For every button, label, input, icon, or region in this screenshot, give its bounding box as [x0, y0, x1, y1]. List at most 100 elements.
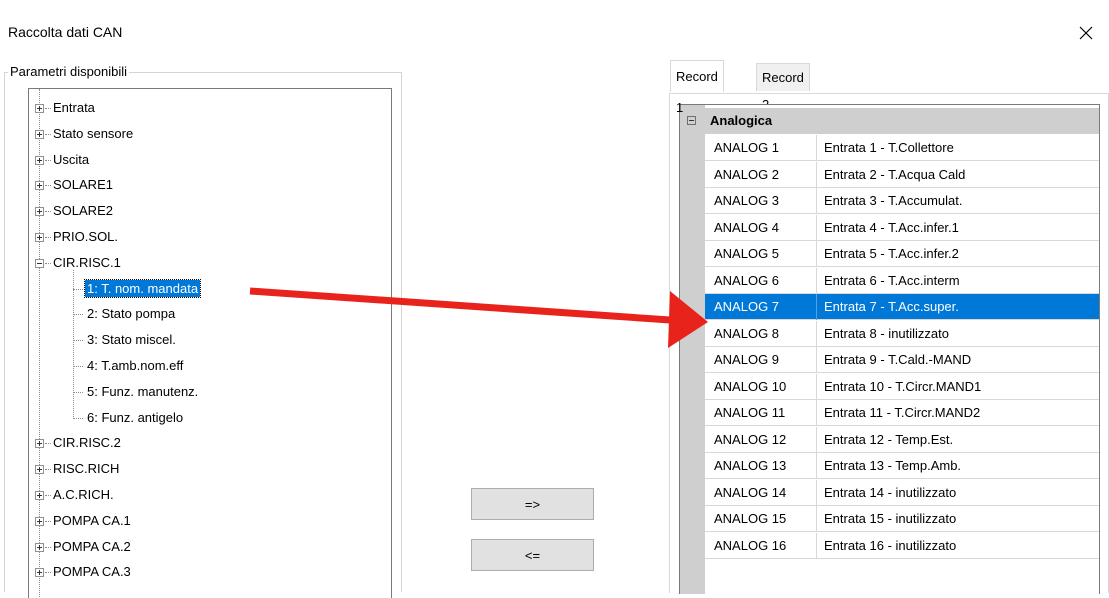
tree-node[interactable]: SOLARE2 [29, 198, 389, 224]
grid-row[interactable]: ANALOG 16 Entrata 16 - inutilizzato [705, 532, 1099, 559]
collapse-icon[interactable] [687, 116, 696, 125]
tab-record-1[interactable]: Record 1 [670, 60, 724, 115]
expand-icon[interactable] [35, 516, 44, 526]
grid-row[interactable]: ANALOG 3 Entrata 3 - T.Accumulat. [705, 188, 1099, 214]
tree-child-item[interactable]: 1: T. nom. mandata [29, 276, 389, 302]
grid-row-name: ANALOG 14 [705, 479, 817, 506]
grid-row-value[interactable]: Entrata 13 - Temp.Amb. [818, 453, 1099, 479]
expand-icon[interactable] [35, 542, 44, 552]
tree-child-item[interactable]: 4: T.amb.nom.eff [29, 353, 389, 379]
expand-icon[interactable] [35, 491, 44, 500]
grid-row-name: ANALOG 9 [705, 347, 817, 373]
expand-icon[interactable] [35, 155, 44, 165]
tree-node[interactable]: SOLARE1 [29, 172, 389, 198]
category-row[interactable]: Analogica [680, 108, 1099, 134]
title-bar: Raccolta dati CAN [0, 12, 1109, 54]
tree-item-label: Uscita [53, 151, 90, 167]
grid-row-value[interactable]: Entrata 1 - T.Collettore [818, 135, 1099, 161]
grid-row[interactable]: ANALOG 5 Entrata 5 - T.Acc.infer.2 [705, 241, 1099, 267]
grid-row[interactable]: ANALOG 2 Entrata 2 - T.Acqua Cald [705, 161, 1099, 188]
grid-row[interactable]: ANALOG 11 Entrata 11 - T.Circr.MAND2 [705, 400, 1099, 426]
grid-row[interactable]: ANALOG 4 Entrata 4 - T.Acc.infer.1 [705, 214, 1099, 241]
window-title: Raccolta dati CAN [8, 24, 123, 40]
grid-row[interactable]: ANALOG 6 Entrata 6 - T.Acc.interm [705, 267, 1099, 294]
tree-node[interactable]: A.C.RICH. [29, 482, 389, 508]
tree-child-item[interactable]: 6: Funz. antigelo [29, 405, 389, 431]
grid-row-value[interactable]: Entrata 12 - Temp.Est. [818, 427, 1099, 453]
expand-icon[interactable] [35, 568, 44, 578]
tree-item-label: 5: Funz. manutenz. [87, 383, 199, 399]
tree-item-label: SOLARE2 [53, 203, 113, 219]
tree-node[interactable]: RISC.RICH [29, 456, 389, 482]
parameters-tree[interactable]: Entrata Stato sensore Uscita SOLARE1 SOLARE2… [28, 88, 392, 598]
grid-row-value[interactable]: Entrata 3 - T.Accumulat. [818, 188, 1099, 214]
close-button[interactable] [1063, 12, 1109, 54]
tree-item-label: SOLARE1 [53, 177, 113, 193]
tree-node[interactable]: Uscita [29, 147, 389, 173]
tree-item-label: 4: T.amb.nom.eff [87, 358, 184, 373]
tree-node[interactable]: CIR.RISC.2 [29, 430, 389, 456]
tree-node[interactable]: POMPA CA.2 [29, 534, 389, 560]
grid-row-value[interactable]: Entrata 11 - T.Circr.MAND2 [818, 400, 1099, 426]
expand-icon[interactable] [35, 439, 44, 449]
tree-item-label: 1: T. nom. mandata [83, 278, 202, 298]
grid-row-name: ANALOG 7 [705, 294, 817, 320]
tree-connector [73, 366, 83, 367]
grid-row-name: ANALOG 12 [705, 426, 817, 453]
collapse-icon[interactable] [35, 258, 44, 268]
expand-icon[interactable] [35, 233, 44, 242]
grid-row-value[interactable]: Entrata 14 - inutilizzato [818, 480, 1099, 506]
grid-row[interactable]: ANALOG 9 Entrata 9 - T.Cald.-MAND [705, 347, 1099, 373]
add-button[interactable]: => [471, 488, 594, 520]
tree-node[interactable]: POMPA CA.3 [29, 559, 389, 585]
tree-child-item[interactable]: 3: Stato miscel. [29, 327, 389, 353]
expand-icon[interactable] [35, 207, 44, 217]
grid-row[interactable]: ANALOG 15 Entrata 15 - inutilizzato [705, 506, 1099, 532]
tree-item-label: A.C.RICH. [53, 487, 114, 502]
tree-item-label: 2: Stato pompa [87, 306, 176, 322]
grid-row[interactable]: ANALOG 1 Entrata 1 - T.Collettore [705, 135, 1099, 161]
tree-node[interactable]: PRIO.SOL. [29, 224, 389, 250]
tree-node[interactable]: CIR.RISC.1 [29, 250, 389, 276]
grid-row-name: ANALOG 4 [705, 214, 817, 241]
tree-item-label: 6: Funz. antigelo [87, 409, 184, 425]
tree-item-label: CIR.RISC.1 [53, 254, 121, 270]
grid-row[interactable]: ANALOG 13 Entrata 13 - Temp.Amb. [705, 453, 1099, 479]
tree-item-label: RISC.RICH [53, 461, 120, 477]
tree-child-item[interactable]: 5: Funz. manutenz. [29, 379, 389, 405]
grid-row[interactable]: ANALOG 8 Entrata 8 - inutilizzato [705, 320, 1099, 347]
tree-node[interactable]: POMPA CA.1 [29, 508, 389, 534]
grid-row-name: ANALOG 15 [705, 506, 817, 532]
tree-connector [73, 417, 83, 419]
expand-icon[interactable] [35, 181, 44, 191]
parameters-group-label: Parametri disponibili [8, 64, 130, 79]
expand-icon[interactable] [35, 129, 44, 139]
tree-node[interactable]: Entrata [29, 95, 389, 121]
tab-record-2[interactable]: Record 2 [756, 63, 810, 112]
grid-row-value[interactable]: Entrata 4 - T.Acc.infer.1 [818, 215, 1099, 241]
tree-child-item[interactable]: 2: Stato pompa [29, 301, 389, 327]
tree-item-label: POMPA CA.2 [53, 538, 131, 554]
grid-row-value[interactable]: Entrata 8 - inutilizzato [818, 321, 1099, 347]
tree-connector [73, 314, 83, 316]
grid-row-name: ANALOG 16 [705, 532, 817, 559]
property-grid[interactable]: Analogica ANALOG 1 Entrata 1 - T.Colletto… [679, 104, 1100, 594]
tree-item-label: 3: Stato miscel. [87, 332, 176, 348]
grid-row-value[interactable]: Entrata 9 - T.Cald.-MAND [818, 347, 1099, 373]
grid-row[interactable]: ANALOG 7 Entrata 7 - T.Acc.super. [705, 294, 1099, 320]
grid-row-value[interactable]: Entrata 5 - T.Acc.infer.2 [818, 241, 1099, 267]
grid-row-name: ANALOG 5 [705, 241, 817, 267]
grid-row-value[interactable]: Entrata 6 - T.Acc.interm [818, 268, 1099, 294]
grid-row[interactable]: ANALOG 10 Entrata 10 - T.Circr.MAND1 [705, 373, 1099, 400]
remove-button[interactable]: <= [471, 539, 594, 571]
grid-row-value[interactable]: Entrata 10 - T.Circr.MAND1 [818, 374, 1099, 400]
grid-row-value[interactable]: Entrata 16 - inutilizzato [818, 533, 1099, 559]
grid-row-value[interactable]: Entrata 15 - inutilizzato [818, 506, 1099, 532]
tree-node[interactable]: Stato sensore [29, 121, 389, 147]
grid-row[interactable]: ANALOG 14 Entrata 14 - inutilizzato [705, 479, 1099, 506]
expand-icon[interactable] [35, 104, 44, 113]
grid-row[interactable]: ANALOG 12 Entrata 12 - Temp.Est. [705, 426, 1099, 453]
grid-row-value[interactable]: Entrata 7 - T.Acc.super. [818, 294, 1099, 320]
expand-icon[interactable] [35, 465, 44, 475]
grid-row-value[interactable]: Entrata 2 - T.Acqua Cald [818, 162, 1099, 188]
